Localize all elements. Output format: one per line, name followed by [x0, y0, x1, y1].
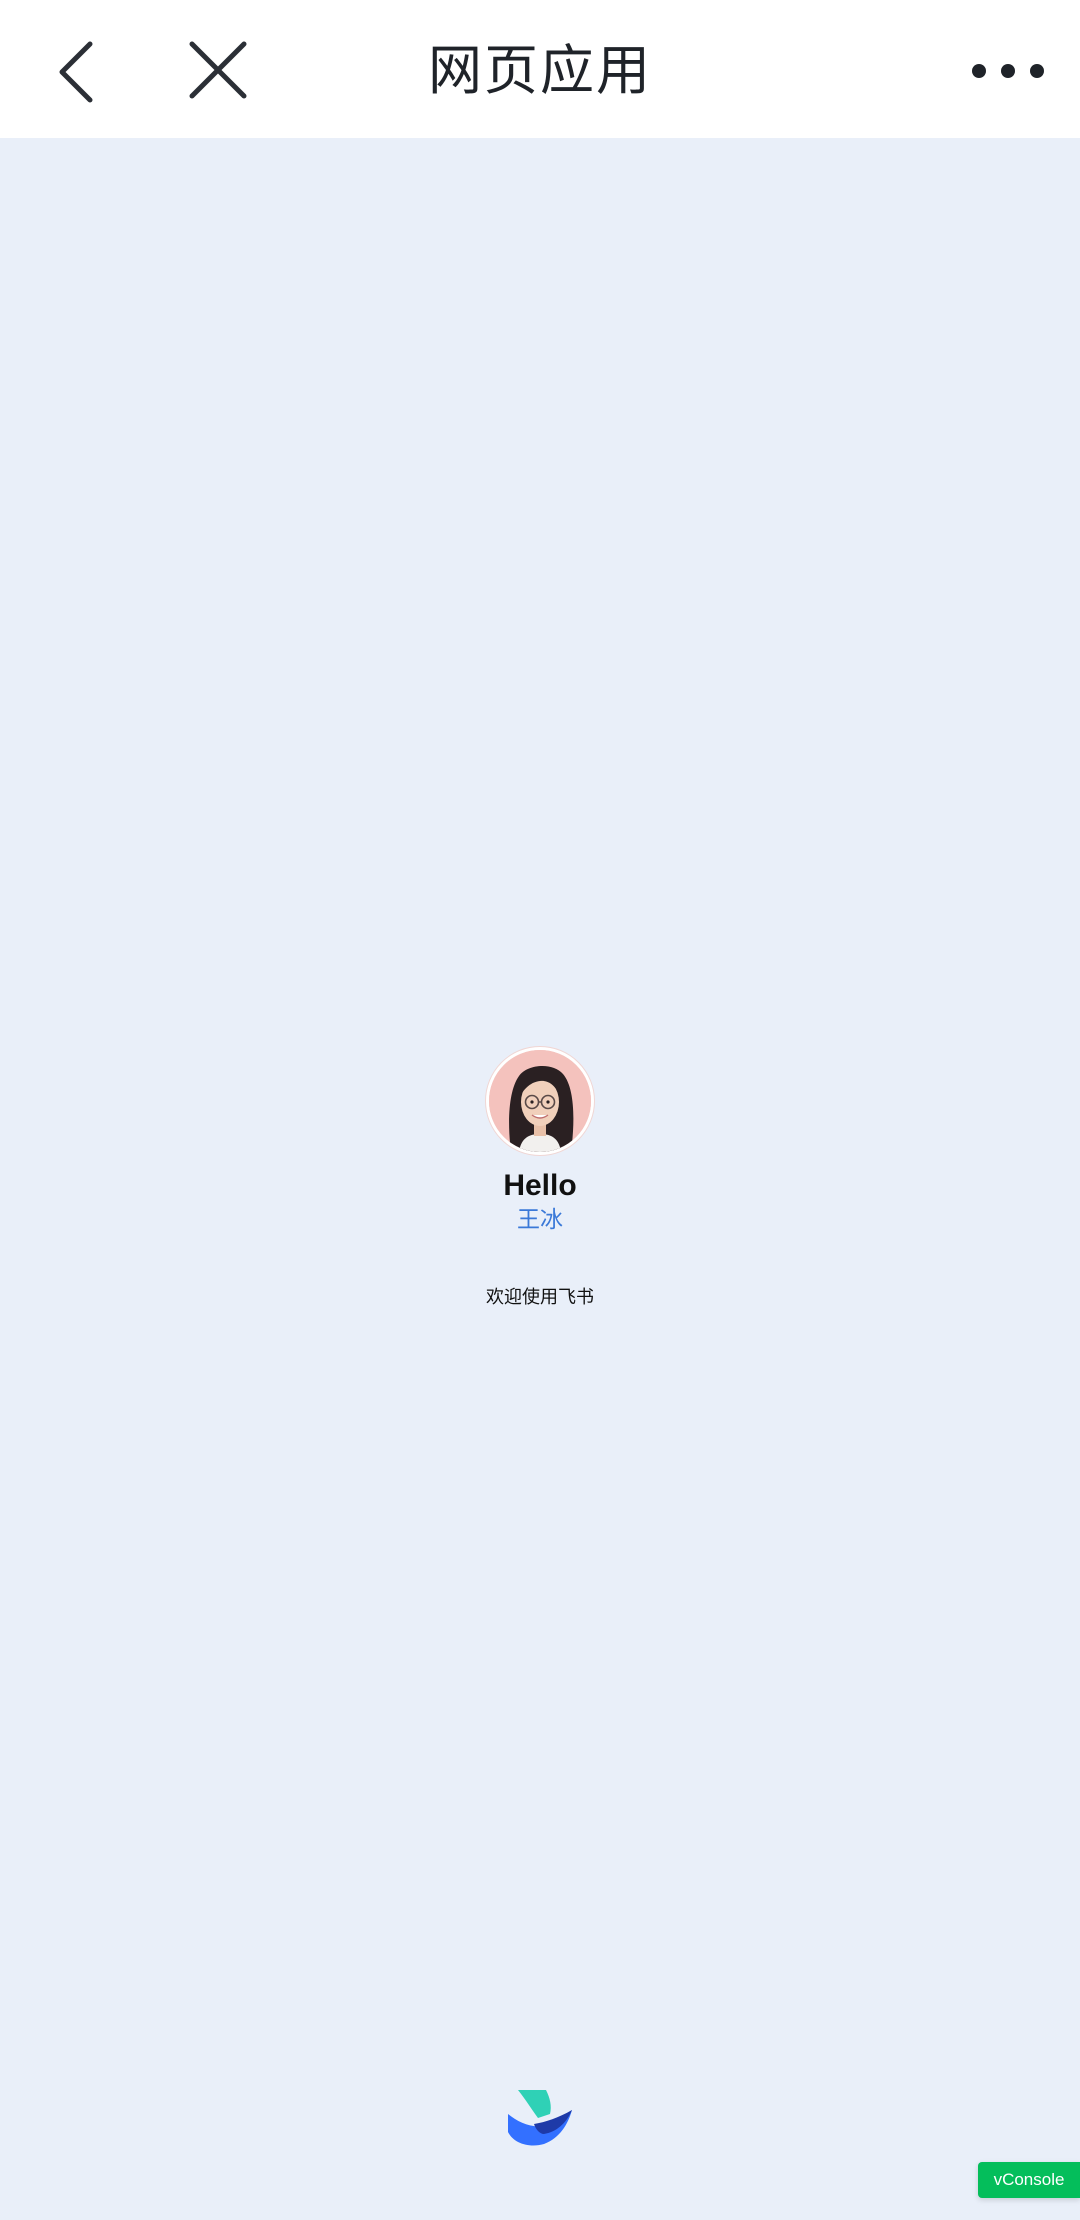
- page-title: 网页应用: [428, 39, 652, 102]
- more-horizontal-icon: [972, 64, 1044, 78]
- user-name: 王冰: [517, 1207, 563, 1233]
- welcome-text: 欢迎使用飞书: [486, 1287, 594, 1308]
- user-profile: Hello 王冰: [0, 1047, 1080, 1235]
- top-navigation-bar: 网页应用: [0, 0, 1080, 138]
- greeting-text: Hello: [503, 1169, 577, 1202]
- avatar-image: [489, 1050, 591, 1152]
- feishu-logo-icon: [508, 2090, 572, 2146]
- vconsole-button[interactable]: vConsole: [978, 2162, 1080, 2198]
- more-button[interactable]: [968, 40, 1048, 100]
- feishu-logo: [504, 2088, 576, 2148]
- avatar: [486, 1047, 594, 1155]
